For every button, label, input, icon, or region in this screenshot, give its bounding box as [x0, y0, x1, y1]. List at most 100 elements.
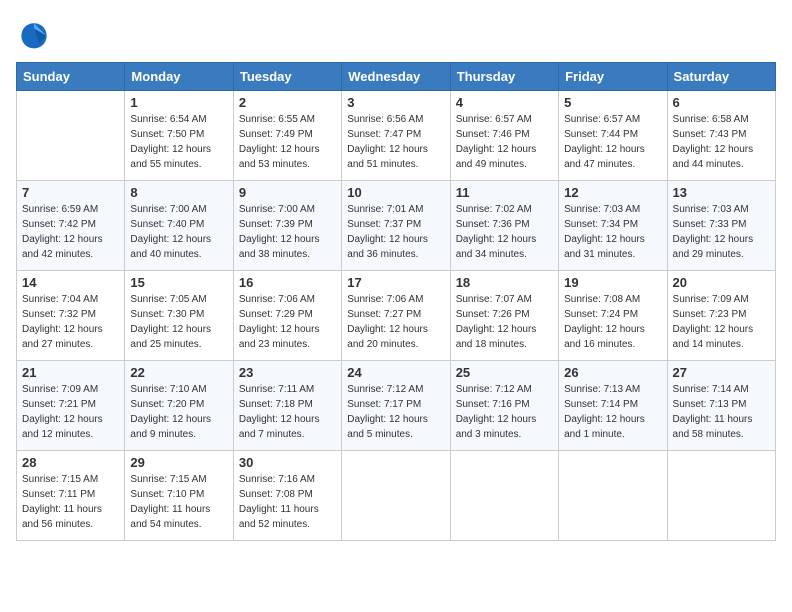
day-info: Sunrise: 6:55 AM Sunset: 7:49 PM Dayligh…	[239, 112, 336, 172]
calendar-cell: 25 Sunrise: 7:12 AM Sunset: 7:16 PM Dayli…	[450, 361, 558, 451]
day-info: Sunrise: 7:05 AM Sunset: 7:30 PM Dayligh…	[130, 292, 227, 352]
day-info: Sunrise: 6:58 AM Sunset: 7:43 PM Dayligh…	[673, 112, 770, 172]
calendar-cell: 9 Sunrise: 7:00 AM Sunset: 7:39 PM Daylig…	[233, 181, 341, 271]
day-info: Sunrise: 7:09 AM Sunset: 7:21 PM Dayligh…	[22, 382, 119, 442]
calendar-cell: 4 Sunrise: 6:57 AM Sunset: 7:46 PM Daylig…	[450, 91, 558, 181]
day-number: 23	[239, 365, 336, 380]
day-number: 6	[673, 95, 770, 110]
logo	[16, 16, 58, 52]
calendar-cell: 12 Sunrise: 7:03 AM Sunset: 7:34 PM Dayli…	[559, 181, 667, 271]
calendar-week-row: 14 Sunrise: 7:04 AM Sunset: 7:32 PM Dayli…	[17, 271, 776, 361]
day-number: 2	[239, 95, 336, 110]
day-number: 25	[456, 365, 553, 380]
calendar-cell: 6 Sunrise: 6:58 AM Sunset: 7:43 PM Daylig…	[667, 91, 775, 181]
calendar-cell: 17 Sunrise: 7:06 AM Sunset: 7:27 PM Dayli…	[342, 271, 450, 361]
weekday-header-thursday: Thursday	[450, 63, 558, 91]
day-info: Sunrise: 7:00 AM Sunset: 7:39 PM Dayligh…	[239, 202, 336, 262]
calendar-cell: 5 Sunrise: 6:57 AM Sunset: 7:44 PM Daylig…	[559, 91, 667, 181]
logo-icon	[16, 16, 52, 52]
calendar-cell: 11 Sunrise: 7:02 AM Sunset: 7:36 PM Dayli…	[450, 181, 558, 271]
day-info: Sunrise: 7:01 AM Sunset: 7:37 PM Dayligh…	[347, 202, 444, 262]
calendar-cell: 8 Sunrise: 7:00 AM Sunset: 7:40 PM Daylig…	[125, 181, 233, 271]
day-info: Sunrise: 7:08 AM Sunset: 7:24 PM Dayligh…	[564, 292, 661, 352]
day-number: 4	[456, 95, 553, 110]
calendar-cell: 28 Sunrise: 7:15 AM Sunset: 7:11 PM Dayli…	[17, 451, 125, 541]
day-info: Sunrise: 6:57 AM Sunset: 7:44 PM Dayligh…	[564, 112, 661, 172]
day-info: Sunrise: 7:14 AM Sunset: 7:13 PM Dayligh…	[673, 382, 770, 442]
day-info: Sunrise: 7:03 AM Sunset: 7:34 PM Dayligh…	[564, 202, 661, 262]
calendar-cell: 16 Sunrise: 7:06 AM Sunset: 7:29 PM Dayli…	[233, 271, 341, 361]
day-info: Sunrise: 7:12 AM Sunset: 7:16 PM Dayligh…	[456, 382, 553, 442]
day-info: Sunrise: 7:11 AM Sunset: 7:18 PM Dayligh…	[239, 382, 336, 442]
day-number: 24	[347, 365, 444, 380]
day-number: 20	[673, 275, 770, 290]
day-number: 13	[673, 185, 770, 200]
day-info: Sunrise: 7:04 AM Sunset: 7:32 PM Dayligh…	[22, 292, 119, 352]
day-number: 11	[456, 185, 553, 200]
day-info: Sunrise: 7:02 AM Sunset: 7:36 PM Dayligh…	[456, 202, 553, 262]
calendar-cell: 2 Sunrise: 6:55 AM Sunset: 7:49 PM Daylig…	[233, 91, 341, 181]
calendar-cell: 26 Sunrise: 7:13 AM Sunset: 7:14 PM Dayli…	[559, 361, 667, 451]
calendar-week-row: 7 Sunrise: 6:59 AM Sunset: 7:42 PM Daylig…	[17, 181, 776, 271]
day-info: Sunrise: 7:10 AM Sunset: 7:20 PM Dayligh…	[130, 382, 227, 442]
day-number: 16	[239, 275, 336, 290]
day-info: Sunrise: 7:16 AM Sunset: 7:08 PM Dayligh…	[239, 472, 336, 532]
calendar-cell	[17, 91, 125, 181]
day-number: 14	[22, 275, 119, 290]
day-number: 18	[456, 275, 553, 290]
calendar-cell: 1Sunrise: 6:54 AM Sunset: 7:50 PM Daylig…	[125, 91, 233, 181]
day-number: 19	[564, 275, 661, 290]
day-info: Sunrise: 6:59 AM Sunset: 7:42 PM Dayligh…	[22, 202, 119, 262]
weekday-header-row: SundayMondayTuesdayWednesdayThursdayFrid…	[17, 63, 776, 91]
day-number: 1	[130, 95, 227, 110]
calendar-cell: 23 Sunrise: 7:11 AM Sunset: 7:18 PM Dayli…	[233, 361, 341, 451]
day-number: 29	[130, 455, 227, 470]
day-number: 8	[130, 185, 227, 200]
calendar-cell: 10 Sunrise: 7:01 AM Sunset: 7:37 PM Dayli…	[342, 181, 450, 271]
day-info: Sunrise: 7:00 AM Sunset: 7:40 PM Dayligh…	[130, 202, 227, 262]
day-number: 10	[347, 185, 444, 200]
calendar-cell: 22Sunrise: 7:10 AM Sunset: 7:20 PM Dayli…	[125, 361, 233, 451]
weekday-header-tuesday: Tuesday	[233, 63, 341, 91]
calendar-cell: 15Sunrise: 7:05 AM Sunset: 7:30 PM Dayli…	[125, 271, 233, 361]
weekday-header-saturday: Saturday	[667, 63, 775, 91]
day-info: Sunrise: 7:15 AM Sunset: 7:10 PM Dayligh…	[130, 472, 227, 532]
day-info: Sunrise: 7:15 AM Sunset: 7:11 PM Dayligh…	[22, 472, 119, 532]
calendar-week-row: 28 Sunrise: 7:15 AM Sunset: 7:11 PM Dayli…	[17, 451, 776, 541]
calendar-table: SundayMondayTuesdayWednesdayThursdayFrid…	[16, 62, 776, 541]
day-number: 9	[239, 185, 336, 200]
calendar-cell: 13Sunrise: 7:03 AM Sunset: 7:33 PM Dayli…	[667, 181, 775, 271]
calendar-cell: 3 Sunrise: 6:56 AM Sunset: 7:47 PM Daylig…	[342, 91, 450, 181]
day-number: 26	[564, 365, 661, 380]
calendar-week-row: 1Sunrise: 6:54 AM Sunset: 7:50 PM Daylig…	[17, 91, 776, 181]
calendar-cell: 21 Sunrise: 7:09 AM Sunset: 7:21 PM Dayli…	[17, 361, 125, 451]
calendar-cell	[450, 451, 558, 541]
calendar-cell	[342, 451, 450, 541]
day-number: 21	[22, 365, 119, 380]
calendar-cell	[667, 451, 775, 541]
page-header	[16, 16, 776, 52]
day-number: 30	[239, 455, 336, 470]
weekday-header-wednesday: Wednesday	[342, 63, 450, 91]
calendar-cell: 7 Sunrise: 6:59 AM Sunset: 7:42 PM Daylig…	[17, 181, 125, 271]
calendar-cell: 14 Sunrise: 7:04 AM Sunset: 7:32 PM Dayli…	[17, 271, 125, 361]
day-number: 28	[22, 455, 119, 470]
day-info: Sunrise: 7:06 AM Sunset: 7:29 PM Dayligh…	[239, 292, 336, 352]
day-info: Sunrise: 7:06 AM Sunset: 7:27 PM Dayligh…	[347, 292, 444, 352]
day-number: 5	[564, 95, 661, 110]
day-number: 17	[347, 275, 444, 290]
calendar-cell: 30 Sunrise: 7:16 AM Sunset: 7:08 PM Dayli…	[233, 451, 341, 541]
calendar-cell	[559, 451, 667, 541]
day-info: Sunrise: 6:56 AM Sunset: 7:47 PM Dayligh…	[347, 112, 444, 172]
calendar-cell: 20Sunrise: 7:09 AM Sunset: 7:23 PM Dayli…	[667, 271, 775, 361]
day-info: Sunrise: 7:13 AM Sunset: 7:14 PM Dayligh…	[564, 382, 661, 442]
calendar-cell: 24 Sunrise: 7:12 AM Sunset: 7:17 PM Dayli…	[342, 361, 450, 451]
day-number: 7	[22, 185, 119, 200]
weekday-header-friday: Friday	[559, 63, 667, 91]
calendar-cell: 27Sunrise: 7:14 AM Sunset: 7:13 PM Dayli…	[667, 361, 775, 451]
day-number: 12	[564, 185, 661, 200]
day-number: 3	[347, 95, 444, 110]
day-info: Sunrise: 7:12 AM Sunset: 7:17 PM Dayligh…	[347, 382, 444, 442]
calendar-cell: 29 Sunrise: 7:15 AM Sunset: 7:10 PM Dayli…	[125, 451, 233, 541]
day-info: Sunrise: 6:57 AM Sunset: 7:46 PM Dayligh…	[456, 112, 553, 172]
